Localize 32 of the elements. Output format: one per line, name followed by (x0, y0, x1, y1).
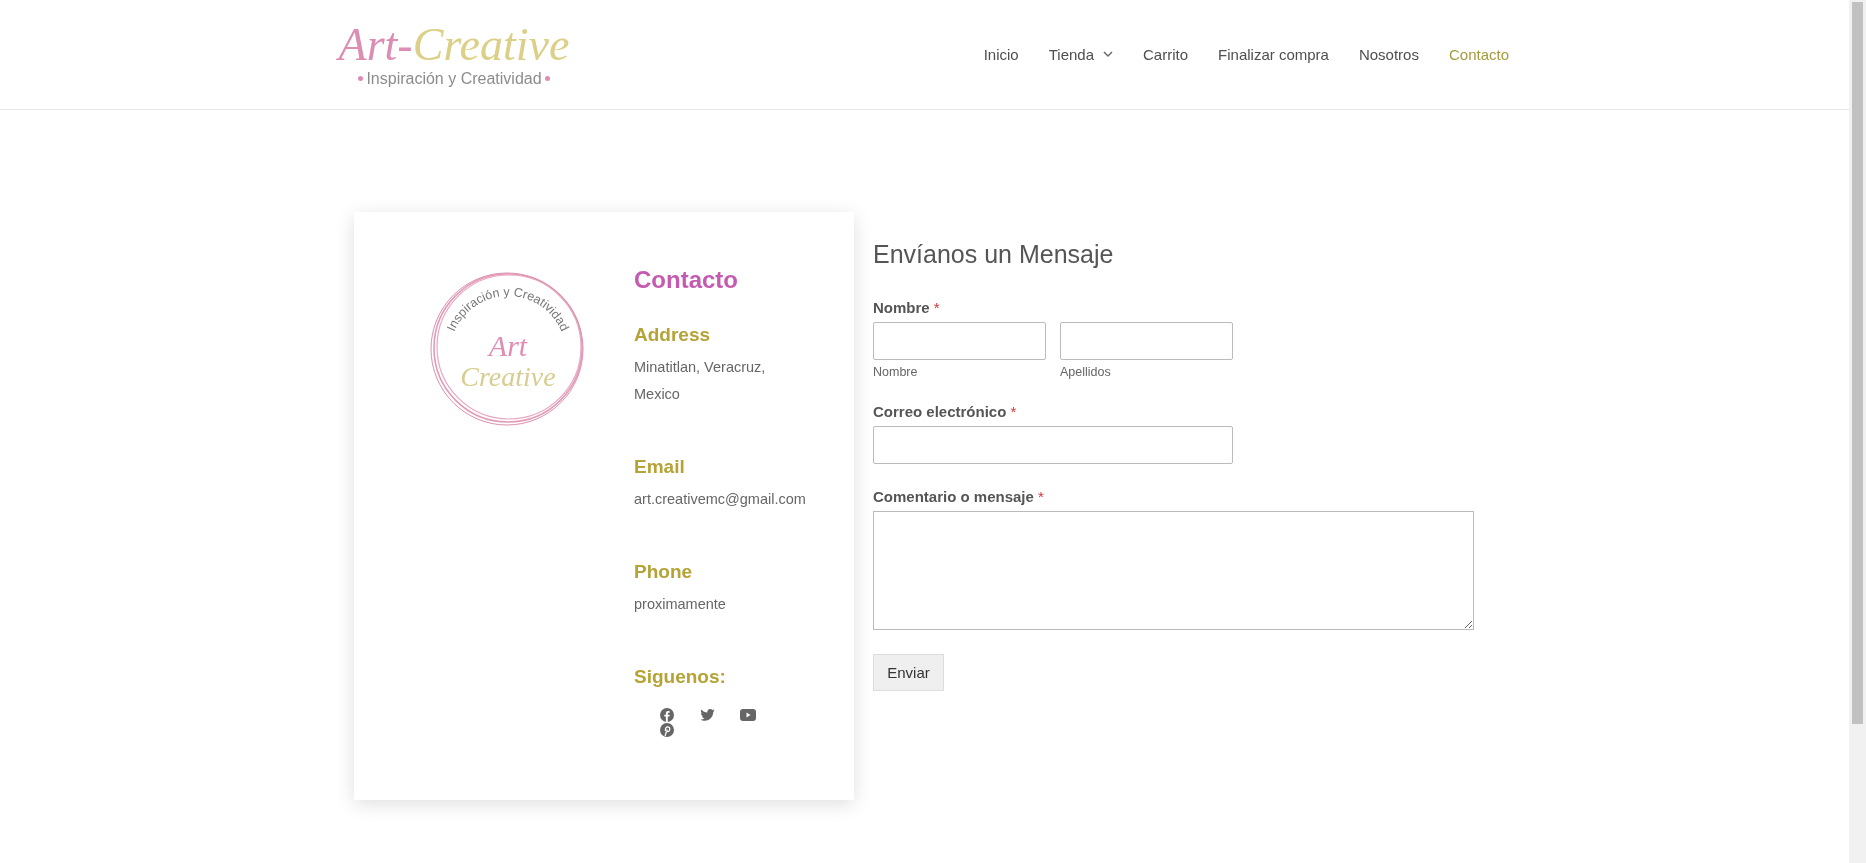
nav-link[interactable]: Tienda (1048, 46, 1114, 63)
required-mark: * (1037, 488, 1044, 505)
section-text: proximamente (634, 595, 727, 614)
section-heading: Phone (634, 561, 694, 583)
nav-link[interactable]: Nosotros (1358, 46, 1419, 63)
message-textarea[interactable] (873, 511, 1474, 630)
required-mark: * (1010, 403, 1017, 420)
youtube-icon[interactable] (740, 709, 756, 721)
contact-heading: Contacto (634, 266, 739, 294)
social-heading: Siguenos: (634, 666, 727, 688)
nav-link[interactable]: Inicio (983, 46, 1019, 63)
field-label: Correo electrónico (873, 403, 1007, 420)
form-title: Envíanos un Mensaje (873, 240, 1115, 269)
twitter-icon[interactable] (700, 709, 715, 721)
nav-link[interactable]: Finalizar compra (1218, 46, 1329, 63)
pinterest-icon[interactable] (660, 723, 674, 737)
input-sublabel: Nombre (873, 365, 919, 379)
section-text: Minatitlan, Veracruz, Mexico (634, 358, 767, 404)
text-input[interactable] (1060, 322, 1233, 360)
input-sublabel: Apellidos (1060, 365, 1112, 379)
nav-link[interactable]: Carrito (1143, 46, 1189, 63)
field-label: Nombre (873, 299, 930, 316)
field-label: Comentario o mensaje (873, 488, 1034, 505)
section-heading: Email (634, 456, 686, 478)
section-heading: Address (634, 324, 712, 346)
scrollbar[interactable] (1849, 0, 1866, 863)
email-input[interactable] (873, 426, 1233, 464)
text-input[interactable] (873, 322, 1046, 360)
submit-button[interactable]: Enviar (873, 654, 944, 691)
section-text: art.creativemc@gmail.com (634, 490, 806, 509)
facebook-icon[interactable] (660, 708, 674, 722)
required-mark: * (933, 299, 940, 316)
